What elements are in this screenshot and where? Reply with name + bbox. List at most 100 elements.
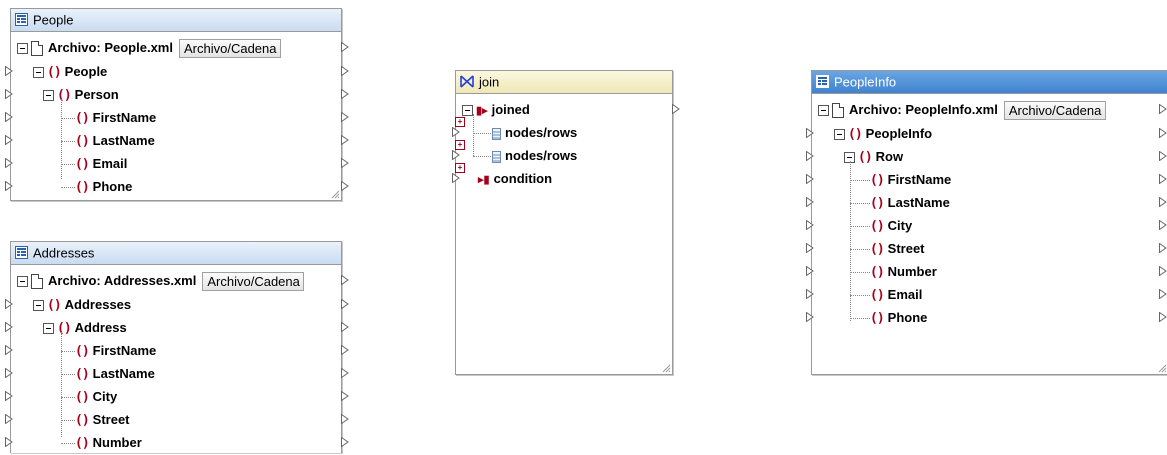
input-connector[interactable]	[5, 89, 13, 99]
output-connector[interactable]	[1159, 312, 1167, 322]
output-connector[interactable]	[1159, 243, 1167, 253]
output-connector[interactable]	[341, 437, 349, 447]
output-connector[interactable]	[341, 322, 349, 332]
resize-grip-icon[interactable]	[330, 189, 340, 199]
people-title-bar[interactable]: People	[11, 9, 341, 32]
output-connector[interactable]	[1159, 174, 1167, 184]
output-connector[interactable]	[341, 299, 349, 309]
peopleinfo-file-button[interactable]: Archivo/Cadena	[1003, 101, 1107, 121]
input-connector[interactable]	[806, 174, 814, 184]
peopleinfo-field-row[interactable]: () City	[870, 215, 912, 237]
output-connector[interactable]	[341, 345, 349, 355]
output-connector[interactable]	[672, 104, 680, 114]
addresses-field-row[interactable]: () Street	[75, 409, 130, 431]
people-component[interactable]: People Archivo: People.xml Archivo/Cadena…	[10, 8, 342, 201]
input-connector[interactable]	[5, 368, 13, 378]
input-connector[interactable]	[5, 391, 13, 401]
people-field-row[interactable]: () Phone	[75, 176, 132, 198]
output-connector[interactable]	[341, 135, 349, 145]
input-connector[interactable]	[5, 112, 13, 122]
output-connector[interactable]	[341, 181, 349, 191]
output-connector[interactable]	[341, 275, 349, 285]
input-connector[interactable]	[806, 289, 814, 299]
collapse-toggle[interactable]	[33, 67, 44, 79]
peopleinfo-field-row[interactable]: () FirstName	[870, 169, 951, 191]
addresses-root-row[interactable]: () Addresses	[33, 294, 131, 316]
input-connector[interactable]	[806, 266, 814, 276]
input-connector[interactable]	[452, 127, 460, 137]
join-title-bar[interactable]: join	[456, 71, 672, 94]
resize-grip-icon[interactable]	[1157, 363, 1167, 373]
peopleinfo-field-row[interactable]: () Number	[870, 261, 937, 283]
addresses-field-row[interactable]: () LastName	[75, 363, 155, 385]
output-connector[interactable]	[341, 112, 349, 122]
peopleinfo-field-row[interactable]: () Street	[870, 238, 925, 260]
peopleinfo-field-row[interactable]: () Email	[870, 284, 922, 306]
peopleinfo-title-bar[interactable]: PeopleInfo	[812, 71, 1167, 94]
output-connector[interactable]	[1159, 266, 1167, 276]
output-connector[interactable]	[341, 42, 349, 52]
output-connector[interactable]	[341, 158, 349, 168]
input-connector[interactable]	[5, 345, 13, 355]
input-connector[interactable]	[452, 150, 460, 160]
input-connector[interactable]	[806, 312, 814, 322]
people-field-row[interactable]: () LastName	[75, 130, 155, 152]
collapse-toggle[interactable]	[33, 300, 44, 312]
input-connector[interactable]	[806, 151, 814, 161]
addresses-child-row[interactable]: () Address	[43, 317, 127, 339]
join-component[interactable]: join ▮▸ joined nodes/rows nodes/rows ▸▮ co…	[455, 70, 673, 375]
collapse-toggle[interactable]	[17, 276, 28, 288]
people-field-row[interactable]: () Email	[75, 153, 127, 175]
addresses-title-bar[interactable]: Addresses	[11, 242, 341, 265]
output-connector[interactable]	[1159, 151, 1167, 161]
join-condition-row[interactable]: ▸▮ condition	[478, 168, 552, 190]
resize-grip-icon[interactable]	[661, 363, 671, 373]
join-input-row[interactable]: nodes/rows	[492, 145, 577, 167]
peopleinfo-field-row[interactable]: () LastName	[870, 192, 950, 214]
output-connector[interactable]	[1159, 220, 1167, 230]
input-connector[interactable]	[5, 299, 13, 309]
expand-plus-icon[interactable]: +	[455, 140, 465, 150]
output-connector[interactable]	[341, 414, 349, 424]
output-connector[interactable]	[1159, 128, 1167, 138]
addresses-field-row[interactable]: () FirstName	[75, 340, 156, 362]
expand-plus-icon[interactable]: +	[455, 117, 465, 127]
output-connector[interactable]	[341, 368, 349, 378]
input-connector[interactable]	[452, 173, 460, 183]
people-file-button[interactable]: Archivo/Cadena	[178, 39, 282, 59]
people-root-row[interactable]: () People	[33, 61, 107, 83]
expand-plus-icon[interactable]: +	[455, 163, 465, 173]
peopleinfo-root-row[interactable]: () PeopleInfo	[834, 123, 932, 145]
output-connector[interactable]	[341, 66, 349, 76]
input-connector[interactable]	[806, 197, 814, 207]
addresses-component[interactable]: Addresses Archivo: Addresses.xml Archivo/…	[10, 241, 342, 453]
addresses-file-button[interactable]: Archivo/Cadena	[202, 272, 305, 292]
output-connector[interactable]	[1159, 104, 1167, 114]
input-connector[interactable]	[5, 322, 13, 332]
addresses-field-row[interactable]: () Number	[75, 432, 142, 454]
collapse-toggle[interactable]	[834, 129, 845, 141]
people-child-row[interactable]: () Person	[43, 84, 119, 106]
collapse-toggle[interactable]	[818, 105, 829, 117]
input-connector[interactable]	[806, 243, 814, 253]
collapse-toggle[interactable]	[43, 90, 54, 102]
peopleinfo-component[interactable]: PeopleInfo Archivo: PeopleInfo.xml Archiv…	[811, 70, 1167, 375]
output-connector[interactable]	[1159, 289, 1167, 299]
collapse-toggle[interactable]	[462, 105, 473, 117]
output-connector[interactable]	[1159, 197, 1167, 207]
input-connector[interactable]	[5, 158, 13, 168]
input-connector[interactable]	[806, 128, 814, 138]
output-connector[interactable]	[341, 391, 349, 401]
peopleinfo-child-row[interactable]: () Row	[844, 146, 903, 168]
peopleinfo-field-row[interactable]: () Phone	[870, 307, 927, 329]
join-input-row[interactable]: nodes/rows	[492, 122, 577, 144]
input-connector[interactable]	[806, 220, 814, 230]
collapse-toggle[interactable]	[43, 323, 54, 335]
collapse-toggle[interactable]	[17, 43, 28, 55]
input-connector[interactable]	[5, 414, 13, 424]
input-connector[interactable]	[5, 135, 13, 145]
output-connector[interactable]	[341, 89, 349, 99]
input-connector[interactable]	[5, 66, 13, 76]
addresses-field-row[interactable]: () City	[75, 386, 117, 408]
input-connector[interactable]	[5, 181, 13, 191]
